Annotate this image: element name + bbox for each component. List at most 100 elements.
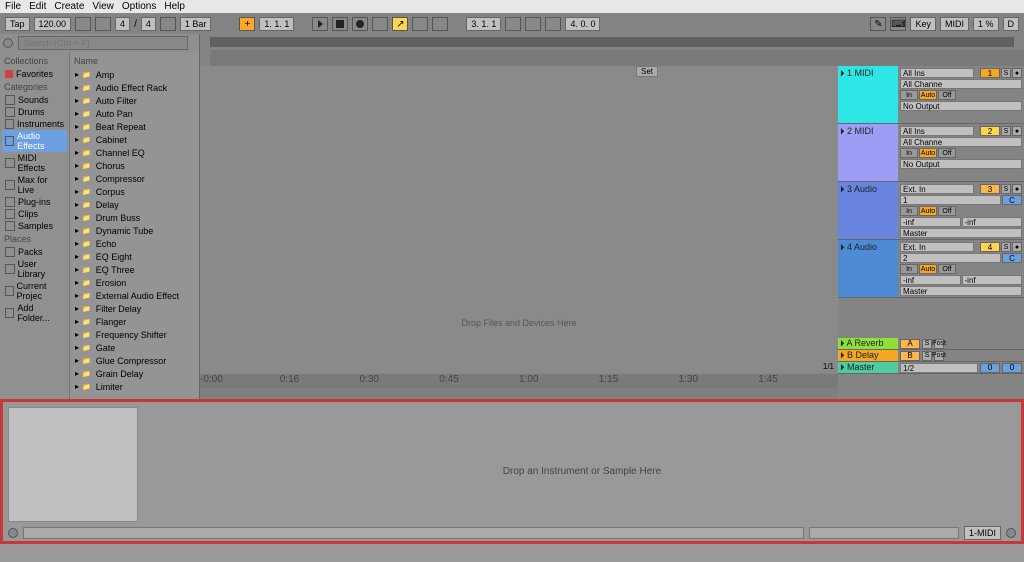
bar-ruler[interactable] (210, 50, 1024, 66)
input-type[interactable]: Ext. In (900, 242, 974, 252)
key-map-button[interactable]: Key (910, 17, 936, 31)
input-type[interactable]: All Ins (900, 126, 974, 136)
menu-view[interactable]: View (92, 1, 114, 12)
device-item[interactable]: Cabinet (72, 133, 197, 146)
return-name[interactable]: ⏵ A Reverb (838, 338, 898, 349)
solo-button[interactable]: S (1001, 126, 1011, 136)
monitor-in[interactable]: In (900, 206, 918, 216)
punch-out-button[interactable] (545, 17, 561, 31)
input-type[interactable]: Ext. In (900, 184, 974, 194)
monitor-in[interactable]: In (900, 264, 918, 274)
device-drop-area[interactable]: Drop an Instrument or Sample Here (143, 402, 1021, 541)
arm-button[interactable]: ● (1012, 68, 1022, 78)
device-item[interactable]: Amp (72, 68, 197, 81)
arm-button[interactable]: ● (1012, 242, 1022, 252)
device-item[interactable]: Dynamic Tube (72, 224, 197, 237)
cat-instruments[interactable]: Instruments (2, 118, 67, 130)
cat-plugins[interactable]: Plug-ins (2, 196, 67, 208)
device-item[interactable]: Grain Delay (72, 367, 197, 380)
device-item[interactable]: EQ Three (72, 263, 197, 276)
monitor-off[interactable]: Off (938, 90, 956, 100)
send-c[interactable]: C (1002, 253, 1022, 263)
tap-button[interactable]: Tap (5, 17, 30, 31)
automation-arm-button[interactable]: ↗ (392, 17, 408, 31)
monitor-in[interactable]: In (900, 148, 918, 158)
place-user-library[interactable]: User Library (2, 258, 67, 280)
return-track-header[interactable]: ⏵ B DelayBSPost (838, 350, 1024, 362)
device-item[interactable]: Filter Delay (72, 302, 197, 315)
quantize-field[interactable]: 1 Bar (180, 17, 212, 31)
cat-audio-effects[interactable]: Audio Effects (2, 130, 67, 152)
cat-samples[interactable]: Samples (2, 220, 67, 232)
record-button[interactable] (352, 17, 368, 31)
metronome-button[interactable] (160, 17, 176, 31)
post-button[interactable]: Post (934, 351, 944, 361)
track-header[interactable]: ⏵ 3 AudioExt. In3S●1CInAutoOff-inf-infMa… (838, 182, 1024, 240)
favorites-item[interactable]: Favorites (2, 68, 67, 80)
solo-button[interactable]: S (922, 351, 932, 361)
monitor-in[interactable]: In (900, 90, 918, 100)
place-packs[interactable]: Packs (2, 246, 67, 258)
follow-button[interactable]: + (239, 17, 255, 31)
computer-midi-button[interactable]: ⌨ (890, 17, 906, 31)
place-current-project[interactable]: Current Projec (2, 280, 67, 302)
arrangement-overview[interactable] (210, 37, 1014, 47)
cat-sounds[interactable]: Sounds (2, 94, 67, 106)
input-type[interactable]: All Ins (900, 68, 974, 78)
overdub-button[interactable] (372, 17, 388, 31)
input-channel[interactable]: 2 (900, 253, 1001, 263)
monitor-auto[interactable]: Auto (919, 264, 937, 274)
device-item[interactable]: Beat Repeat (72, 120, 197, 133)
device-item[interactable]: Glue Compressor (72, 354, 197, 367)
tempo-nudge-down[interactable] (75, 17, 91, 31)
device-item[interactable]: Echo (72, 237, 197, 250)
punch-in-button[interactable] (525, 17, 541, 31)
input-channel[interactable]: All Channe (900, 79, 1022, 89)
device-item[interactable]: Erosion (72, 276, 197, 289)
return-track-header[interactable]: ⏵ A ReverbASPost (838, 338, 1024, 350)
monitor-auto[interactable]: Auto (919, 90, 937, 100)
output-routing[interactable]: Master (900, 286, 1022, 296)
loop-length-field[interactable]: 4. 0. 0 (565, 17, 600, 31)
monitor-auto[interactable]: Auto (919, 206, 937, 216)
menu-edit[interactable]: Edit (29, 1, 46, 12)
arm-button[interactable]: ● (1012, 184, 1022, 194)
track-lanes[interactable]: Set Drop Files and Devices Here 1/1 -0:0… (200, 66, 838, 399)
track-name[interactable]: ⏵ 1 MIDI (838, 66, 898, 123)
solo-button[interactable]: S (1001, 68, 1011, 78)
set-marker-button[interactable]: Set (636, 66, 658, 77)
device-item[interactable]: Audio Effect Rack (72, 81, 197, 94)
tempo-nudge-up[interactable] (95, 17, 111, 31)
device-item[interactable]: Auto Filter (72, 94, 197, 107)
return-name[interactable]: ⏵ Master (838, 362, 898, 373)
sig-num[interactable]: 4 (115, 17, 130, 31)
place-add-folder[interactable]: Add Folder... (2, 302, 67, 324)
midi-map-button[interactable]: MIDI (940, 17, 969, 31)
browser-collapse-button[interactable] (3, 38, 13, 48)
track-name[interactable]: ⏵ 2 MIDI (838, 124, 898, 181)
cat-midi-effects[interactable]: MIDI Effects (2, 152, 67, 174)
post-button[interactable]: Post (934, 339, 944, 349)
master-sig[interactable]: 1/2 (900, 363, 978, 373)
track-name[interactable]: ⏵ 3 Audio (838, 182, 898, 239)
reenable-automation-button[interactable] (412, 17, 428, 31)
monitor-off[interactable]: Off (938, 148, 956, 158)
track-header[interactable]: ⏵ 1 MIDIAll Ins1S●All ChanneInAutoOffNo … (838, 66, 1024, 124)
device-item[interactable]: Delay (72, 198, 197, 211)
device-item[interactable]: Limiter (72, 380, 197, 393)
device-item[interactable]: Corpus (72, 185, 197, 198)
play-button[interactable] (312, 17, 328, 31)
solo-button[interactable]: S (1001, 242, 1011, 252)
device-item[interactable]: Auto Pan (72, 107, 197, 120)
master-send[interactable]: 0 (1002, 363, 1022, 373)
track-name[interactable]: ⏵ 4 Audio (838, 240, 898, 297)
device-item[interactable]: Chorus (72, 159, 197, 172)
master-vol[interactable]: 0 (980, 363, 1000, 373)
cat-max-for-live[interactable]: Max for Live (2, 174, 67, 196)
device-item[interactable]: Compressor (72, 172, 197, 185)
tempo-field[interactable]: 120.00 (34, 17, 72, 31)
loop-button[interactable] (505, 17, 521, 31)
sig-den[interactable]: 4 (141, 17, 156, 31)
menu-help[interactable]: Help (164, 1, 185, 12)
solo-button[interactable]: S (1001, 184, 1011, 194)
